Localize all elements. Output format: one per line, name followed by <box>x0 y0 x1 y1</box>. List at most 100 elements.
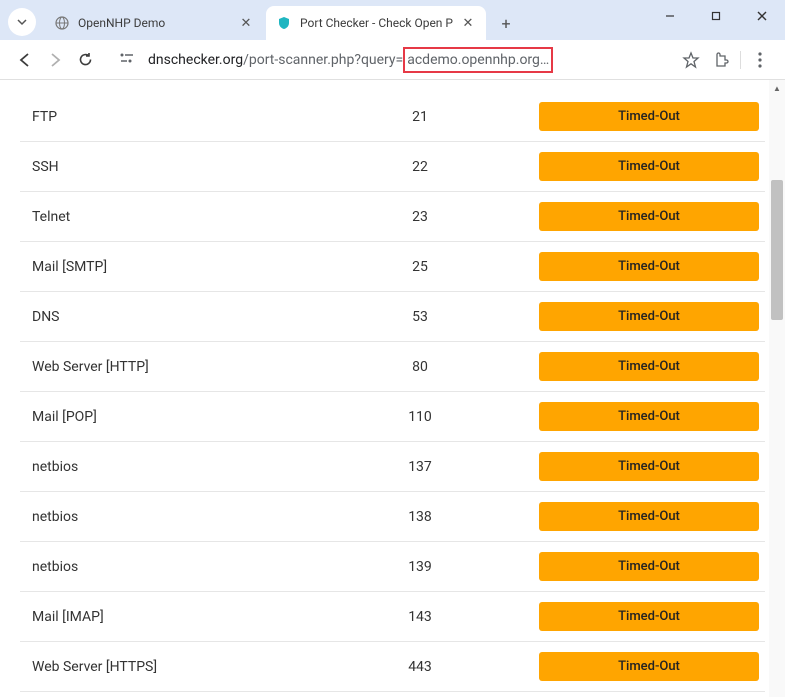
status-cell: Timed-Out <box>460 552 765 581</box>
tab-close-button[interactable]: ✕ <box>460 15 476 31</box>
maximize-icon <box>710 10 722 22</box>
url-query-highlight: acdemo.opennhp.org… <box>403 47 553 73</box>
tab-title: OpenNHP Demo <box>78 16 234 30</box>
dots-vertical-icon <box>758 52 762 68</box>
service-name: Mail [SMTP] <box>20 259 380 275</box>
browser-toolbar: dnschecker.org/port-scanner.php?query=ac… <box>0 40 785 80</box>
status-badge: Timed-Out <box>539 552 759 581</box>
status-cell: Timed-Out <box>460 202 765 231</box>
table-row: Mail [SMTP]25 Timed-Out <box>20 242 765 292</box>
shield-icon <box>276 15 292 31</box>
forward-button[interactable] <box>40 45 70 75</box>
table-row: SSH22 Timed-Out <box>20 142 765 192</box>
table-row: netbios138 Timed-Out <box>20 492 765 542</box>
arrow-right-icon <box>46 51 64 69</box>
port-number: 21 <box>380 109 460 125</box>
status-badge: Timed-Out <box>539 102 759 131</box>
service-name: netbios <box>20 559 380 575</box>
browser-tab-active[interactable]: Port Checker - Check Open P ✕ <box>266 6 486 40</box>
port-number: 137 <box>380 459 460 475</box>
toolbar-separator <box>740 51 741 69</box>
table-row: Telnet23 Timed-Out <box>20 192 765 242</box>
scroll-thumb[interactable] <box>771 180 783 320</box>
status-badge: Timed-Out <box>539 652 759 681</box>
status-cell: Timed-Out <box>460 452 765 481</box>
table-row: Web Server [HTTP]80 Timed-Out <box>20 342 765 392</box>
port-number: 443 <box>380 659 460 675</box>
status-cell: Timed-Out <box>460 302 765 331</box>
status-cell: Timed-Out <box>460 102 765 131</box>
chevron-down-icon <box>16 16 28 28</box>
close-window-button[interactable] <box>739 0 785 32</box>
minimize-icon <box>664 10 676 22</box>
service-name: Mail [POP] <box>20 409 380 425</box>
status-cell: Timed-Out <box>460 502 765 531</box>
status-badge: Timed-Out <box>539 502 759 531</box>
port-number: 25 <box>380 259 460 275</box>
status-cell: Timed-Out <box>460 152 765 181</box>
status-badge: Timed-Out <box>539 452 759 481</box>
port-number: 22 <box>380 159 460 175</box>
table-row: Mail [POP]110 Timed-Out <box>20 392 765 442</box>
browser-tab[interactable]: OpenNHP Demo ✕ <box>44 6 264 40</box>
window-controls <box>647 0 785 32</box>
status-cell: Timed-Out <box>460 252 765 281</box>
port-number: 80 <box>380 359 460 375</box>
scroll-up-arrow[interactable]: ▲ <box>769 80 785 96</box>
window-titlebar: OpenNHP Demo ✕ Port Checker - Check Open… <box>0 0 785 40</box>
service-name: DNS <box>20 309 380 325</box>
arrow-left-icon <box>16 51 34 69</box>
page-content: FTP21Timed-OutSSH22Timed-OutTelnet23Time… <box>0 80 785 697</box>
reload-icon <box>77 51 94 68</box>
status-badge: Timed-Out <box>539 402 759 431</box>
service-name: netbios <box>20 459 380 475</box>
status-badge: Timed-Out <box>539 302 759 331</box>
status-cell: Timed-Out <box>460 652 765 681</box>
back-button[interactable] <box>10 45 40 75</box>
status-badge: Timed-Out <box>539 152 759 181</box>
table-row: netbios137 Timed-Out <box>20 442 765 492</box>
table-row: Web Server [HTTPS]443 Timed-Out <box>20 642 765 692</box>
service-name: Web Server [HTTP] <box>20 359 380 375</box>
url-text: dnschecker.org/port-scanner.php?query=ac… <box>148 47 553 73</box>
port-number: 23 <box>380 209 460 225</box>
status-cell: Timed-Out <box>460 352 765 381</box>
minimize-button[interactable] <box>647 0 693 32</box>
bookmark-button[interactable] <box>676 45 706 75</box>
tab-title: Port Checker - Check Open P <box>300 16 456 30</box>
status-badge: Timed-Out <box>539 602 759 631</box>
service-name: SSH <box>20 159 380 175</box>
port-number: 143 <box>380 609 460 625</box>
port-number: 53 <box>380 309 460 325</box>
maximize-button[interactable] <box>693 0 739 32</box>
status-badge: Timed-Out <box>539 202 759 231</box>
service-name: Mail [IMAP] <box>20 609 380 625</box>
star-icon <box>682 51 700 69</box>
scrollbar[interactable]: ▲ <box>769 80 785 697</box>
status-badge: Timed-Out <box>539 352 759 381</box>
table-row: DNS53 Timed-Out <box>20 292 765 342</box>
new-tab-button[interactable]: + <box>492 9 520 37</box>
status-cell: Timed-Out <box>460 402 765 431</box>
close-icon <box>756 10 768 22</box>
port-list: FTP21Timed-OutSSH22Timed-OutTelnet23Time… <box>0 80 785 697</box>
port-number: 110 <box>380 409 460 425</box>
status-badge: Timed-Out <box>539 252 759 281</box>
menu-button[interactable] <box>745 45 775 75</box>
puzzle-icon <box>713 51 730 68</box>
service-name: netbios <box>20 509 380 525</box>
port-number: 138 <box>380 509 460 525</box>
port-number: 139 <box>380 559 460 575</box>
url-domain: dnschecker.org <box>148 52 243 68</box>
table-row: FTP21Timed-Out <box>20 92 765 142</box>
tab-search-button[interactable] <box>8 8 36 36</box>
address-bar[interactable]: dnschecker.org/port-scanner.php?query=ac… <box>108 44 668 76</box>
table-row: netbios139 Timed-Out <box>20 542 765 592</box>
service-name: Web Server [HTTPS] <box>20 659 380 675</box>
reload-button[interactable] <box>70 45 100 75</box>
service-name: Telnet <box>20 209 380 225</box>
extensions-button[interactable] <box>706 45 736 75</box>
site-settings-icon[interactable] <box>118 51 140 69</box>
url-path: /port-scanner.php?query= <box>243 52 403 68</box>
tab-close-button[interactable]: ✕ <box>238 15 254 31</box>
